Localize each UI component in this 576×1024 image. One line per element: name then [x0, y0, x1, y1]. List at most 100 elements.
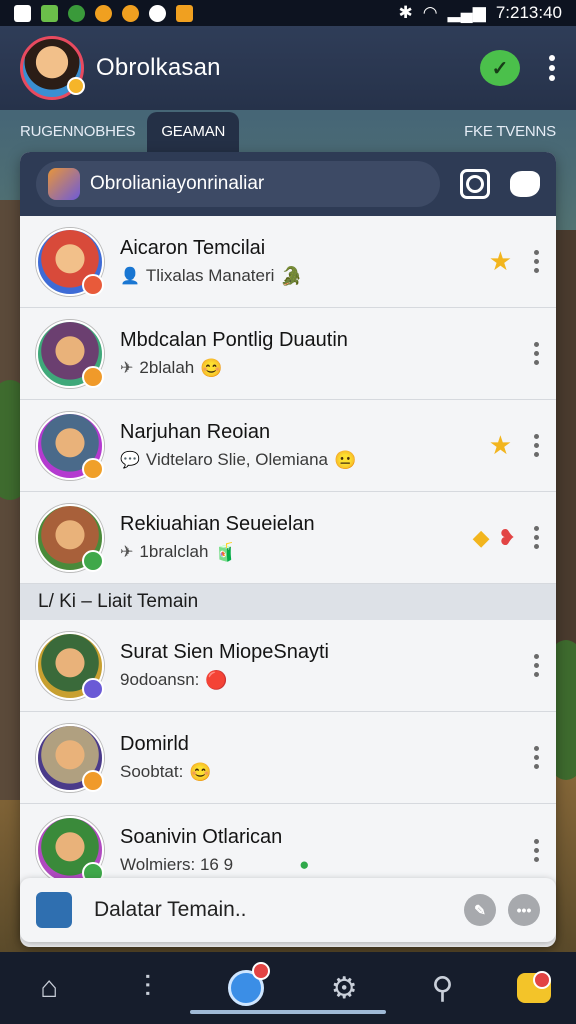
- shop-icon[interactable]: [516, 971, 551, 1003]
- settings-notification-icon: [122, 4, 139, 22]
- tab-friends[interactable]: GEAMAN: [147, 112, 240, 152]
- friend-name: Domirld: [120, 732, 189, 755]
- search-field[interactable]: Obrolianiayonrinaliar: [36, 161, 440, 207]
- edit-icon[interactable]: ✎: [464, 894, 496, 926]
- game-notification-icon: [95, 4, 112, 22]
- pin-icon: ✈: [120, 544, 134, 561]
- rank-badge-icon: [82, 677, 104, 700]
- puzzle-icon[interactable]: [510, 171, 540, 197]
- friend-row[interactable]: Narjuhan Reoian 💬 Vidtelaro Slie, Olemia…: [20, 400, 556, 492]
- friend-row[interactable]: Mbdcalan Pontlig Duautin ✈ 2blalah 😊: [20, 308, 556, 400]
- emoji-icon: 😊: [200, 357, 223, 378]
- signal-icon: ▂▄▆: [447, 3, 486, 22]
- bottom-navigation: ⌂ ⫶ ⚙ ⚲: [0, 952, 576, 1024]
- avatar: [36, 503, 104, 572]
- rank-badge-icon: [82, 457, 104, 480]
- info-icon: [149, 4, 166, 22]
- avatar: [36, 227, 104, 296]
- search-icon[interactable]: ⚲: [418, 964, 466, 1012]
- app-notification-icon: [41, 4, 58, 22]
- friend-status: 2blalah: [139, 358, 195, 377]
- emoji-icon: 😊: [189, 761, 212, 782]
- friend-row[interactable]: Rekiuahian Seueielan ✈ 1bralclah 🧃 ◆ ❥: [20, 492, 556, 584]
- emoji-icon: 😐: [333, 449, 357, 470]
- friend-name: Soanivin Otlarican: [120, 825, 283, 848]
- rank-badge-icon: [82, 549, 104, 572]
- whatsapp-icon: [68, 4, 85, 22]
- row-menu-icon[interactable]: [534, 838, 540, 862]
- tab-bar: RUGENNOBHES GEAMAN FKE TVENNS: [0, 110, 576, 152]
- friend-list: Aicaron Temcilai 👤 Tlixalas Manateri 🐊 ★…: [20, 216, 556, 896]
- friend-status: Tlixalas Manateri: [145, 266, 275, 285]
- friend-name: Surat Sien MiopeSnayti: [120, 640, 330, 663]
- friend-name: Mbdcalan Pontlig Duautin: [120, 328, 348, 351]
- avatar: [36, 319, 104, 388]
- emoji-icon: 🔴: [205, 669, 228, 690]
- section-header: L/ Ki – Liait Temain: [20, 584, 556, 620]
- avatar: [36, 816, 104, 884]
- bluetooth-icon: ✱: [398, 3, 413, 22]
- wifi-icon: ◠: [422, 3, 438, 22]
- tab-requests[interactable]: RUGENNOBHES: [20, 123, 136, 152]
- person-icon: 👤: [120, 268, 140, 285]
- search-text: Obrolianiayonrinaliar: [90, 173, 265, 194]
- image-icon: [176, 4, 193, 22]
- avatar: [36, 411, 104, 480]
- shop-badge-icon: [532, 971, 551, 989]
- friend-status: Soobtat:: [120, 762, 184, 781]
- friend-status: 9odoansn:: [120, 670, 200, 689]
- friend-row[interactable]: Surat Sien MiopeSnayti 9odoansn: 🔴: [20, 620, 556, 712]
- tab-free-items[interactable]: FKE TVENNS: [464, 123, 556, 152]
- row-menu-icon[interactable]: [534, 342, 540, 365]
- friend-name: Rekiuahian Seueielan: [120, 512, 315, 535]
- add-friend-icon: [36, 892, 72, 928]
- friends-panel: Obrolianiayonrinaliar Aicaron Temcilai 👤…: [20, 152, 556, 947]
- panel-header: Obrolianiayonrinaliar: [20, 152, 556, 216]
- friend-status: Vidtelaro Slie, Olemiana: [145, 450, 328, 469]
- chat-icon: 💬: [120, 452, 140, 469]
- status-bar: ✱ ◠ ▂▄▆ 7:213:40: [0, 0, 576, 26]
- friend-name: Aicaron Temcilai: [120, 236, 266, 259]
- friend-row[interactable]: Aicaron Temcilai 👤 Tlixalas Manateri 🐊 ★: [20, 216, 556, 308]
- star-icon[interactable]: ★: [489, 430, 512, 461]
- app-title: Obrolkasan: [96, 54, 221, 81]
- rank-badge-icon: [82, 365, 104, 388]
- notification-icon: [14, 4, 31, 22]
- gift-icon[interactable]: ◆: [473, 525, 490, 551]
- star-icon[interactable]: ★: [489, 246, 512, 277]
- friend-row[interactable]: Domirld Soobtat: 😊: [20, 712, 556, 804]
- app-logo-icon: [48, 168, 80, 200]
- rank-badge-icon: [82, 273, 104, 296]
- stats-icon[interactable]: ⫶: [123, 964, 171, 1012]
- add-friend-bar[interactable]: Dalatar Temain.. ✎ •••: [20, 878, 556, 942]
- row-menu-icon[interactable]: [534, 526, 540, 549]
- notification-badge-icon: [251, 962, 270, 980]
- status-time: 7:213:40: [495, 3, 562, 22]
- camera-icon[interactable]: [460, 169, 490, 199]
- friend-status: Wolmiers: 16 9: [120, 854, 234, 874]
- friend-status: 1bralclah: [139, 542, 209, 561]
- rank-badge-icon: [82, 769, 104, 792]
- home-icon[interactable]: ⌂: [25, 964, 73, 1012]
- friends-nav-icon[interactable]: [222, 962, 270, 1012]
- profile-badge-icon: [67, 77, 85, 95]
- settings-gear-icon[interactable]: ⚙: [320, 964, 368, 1012]
- heart-icon[interactable]: ❥: [498, 525, 516, 551]
- online-indicator-icon: ●: [299, 854, 310, 874]
- avatar: [36, 723, 104, 792]
- more-options-icon[interactable]: •••: [508, 894, 540, 926]
- row-menu-icon[interactable]: [534, 654, 540, 677]
- active-tab-indicator: [190, 1010, 386, 1014]
- add-friend-label: Dalatar Temain..: [94, 898, 247, 921]
- app-header: Obrolkasan ✓: [0, 26, 576, 110]
- pin-icon: ✈: [120, 360, 134, 377]
- row-menu-icon[interactable]: [534, 746, 540, 769]
- chat-bubble-icon[interactable]: ✓: [480, 50, 520, 86]
- row-menu-icon[interactable]: [534, 250, 540, 273]
- emoji-icon: 🧃: [214, 541, 237, 562]
- overflow-menu-icon[interactable]: [548, 55, 556, 81]
- friend-name: Narjuhan Reoian: [120, 420, 271, 443]
- row-menu-icon[interactable]: [534, 434, 540, 457]
- profile-avatar[interactable]: [20, 36, 85, 100]
- avatar: [36, 631, 104, 700]
